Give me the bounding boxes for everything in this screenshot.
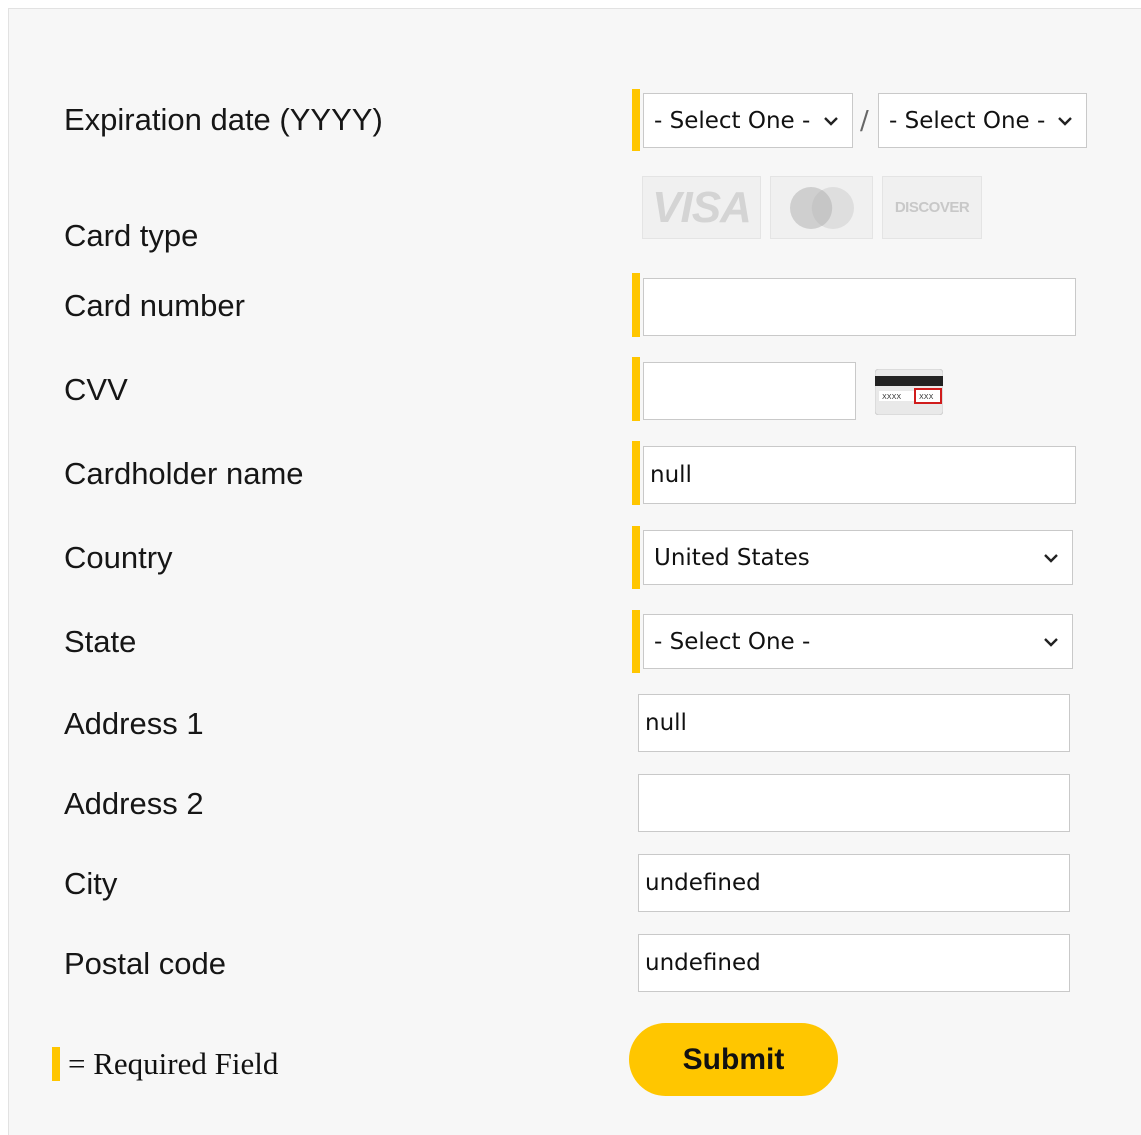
address1-label: Address 1	[64, 706, 204, 741]
discover-logo-text: DISCOVER	[894, 199, 970, 216]
visa-logo-text: VISA	[652, 182, 752, 232]
address2-label: Address 2	[64, 786, 204, 821]
card-number-input[interactable]	[643, 278, 1076, 336]
required-marker-legend	[52, 1047, 60, 1081]
chevron-down-icon	[1044, 637, 1058, 647]
expiration-month-select[interactable]: - Select One -	[643, 93, 853, 148]
country-value: United States	[654, 544, 810, 571]
mastercard-card-icon[interactable]	[770, 176, 873, 239]
required-marker	[632, 441, 640, 505]
state-select[interactable]: - Select One -	[643, 614, 1073, 669]
required-marker	[632, 273, 640, 337]
city-input[interactable]: undefined	[638, 854, 1070, 912]
cvv-input[interactable]	[643, 362, 856, 420]
required-marker	[632, 357, 640, 421]
required-field-legend: = Required Field	[68, 1046, 279, 1081]
expiration-year-value: - Select One -	[889, 107, 1046, 134]
country-select[interactable]: United States	[643, 530, 1073, 585]
discover-card-icon[interactable]: DISCOVER	[882, 176, 982, 239]
required-marker	[632, 526, 640, 589]
required-marker	[632, 610, 640, 673]
submit-button[interactable]: Submit	[629, 1023, 838, 1096]
chevron-down-icon	[1044, 553, 1058, 563]
city-label: City	[64, 866, 118, 901]
visa-card-icon[interactable]: VISA	[642, 176, 761, 239]
card-number-label: Card number	[64, 288, 245, 323]
state-value: - Select One -	[654, 628, 811, 655]
expiration-label: Expiration date (YYYY)	[64, 102, 383, 137]
expiration-month-value: - Select One -	[654, 107, 811, 134]
state-label: State	[64, 624, 137, 659]
svg-text:XXX: XXX	[919, 393, 934, 401]
svg-text:XXXX: XXXX	[882, 393, 901, 401]
chevron-down-icon	[824, 116, 838, 126]
postal-code-label: Postal code	[64, 946, 226, 981]
address1-input[interactable]: null	[638, 694, 1070, 752]
cardholder-input[interactable]: null	[643, 446, 1076, 504]
expiration-year-select[interactable]: - Select One -	[878, 93, 1087, 148]
address2-input[interactable]	[638, 774, 1070, 832]
mastercard-logo-icon	[789, 186, 854, 229]
postal-code-input[interactable]: undefined	[638, 934, 1070, 992]
card-type-label: Card type	[64, 218, 199, 253]
country-label: Country	[64, 540, 173, 575]
cardholder-label: Cardholder name	[64, 456, 304, 491]
chevron-down-icon	[1058, 116, 1072, 126]
card-back-cvv-icon: XXXX XXX	[875, 369, 943, 415]
cvv-label: CVV	[64, 372, 128, 407]
expiration-separator: /	[860, 106, 869, 136]
required-marker	[632, 89, 640, 151]
